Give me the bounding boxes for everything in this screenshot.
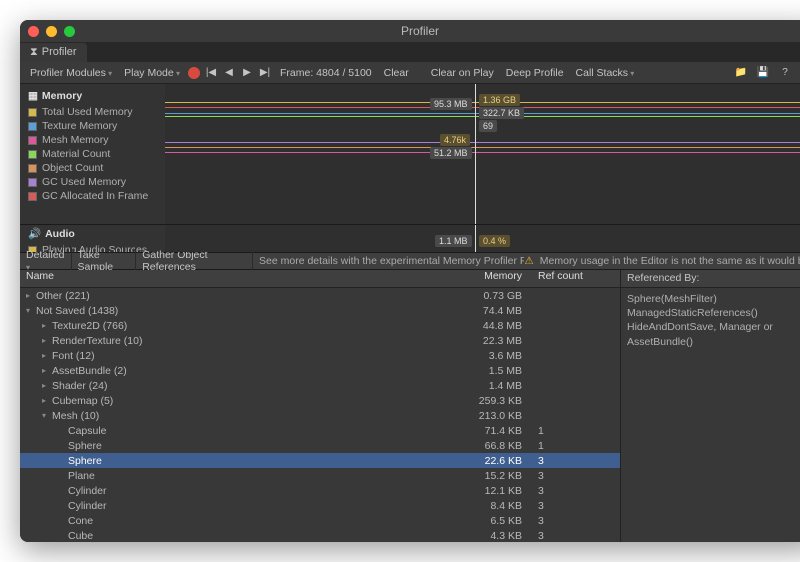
- table-row[interactable]: ▾Mesh (10)213.0 KB: [20, 408, 620, 423]
- mem-badge: 69: [479, 120, 497, 132]
- legend-item[interactable]: Material Count: [28, 148, 157, 160]
- open-icon[interactable]: 📁: [734, 67, 748, 78]
- tab-label: Profiler: [42, 46, 77, 58]
- col-ref-header[interactable]: Ref count: [530, 270, 620, 287]
- memory-tree-pane: Name Memory Ref count ▸Other (221)0.73 G…: [20, 270, 620, 542]
- table-row[interactable]: ▸Cubemap (5)259.3 KB: [20, 393, 620, 408]
- table-row[interactable]: Cylinder12.1 KB3: [20, 483, 620, 498]
- legend-item[interactable]: Total Used Memory: [28, 106, 157, 118]
- memory-icon: ▦: [28, 90, 38, 102]
- frame-back-icon[interactable]: |◀: [204, 67, 218, 78]
- table-row[interactable]: ▸Texture2D (766)44.8 MB: [20, 318, 620, 333]
- call-stacks-dropdown[interactable]: Call Stacks: [572, 66, 639, 80]
- mem-badge: 4.76k: [440, 134, 470, 146]
- table-row[interactable]: ▸Other (221)0.73 GB: [20, 288, 620, 303]
- col-name-header[interactable]: Name: [20, 270, 420, 287]
- audio-badge: 1.1 MB: [435, 235, 472, 247]
- audio-badge: 0.4 %: [479, 235, 510, 247]
- table-row[interactable]: Cone6.5 KB3: [20, 513, 620, 528]
- frame-next-icon[interactable]: ▶: [240, 67, 254, 78]
- help-icon[interactable]: ?: [778, 67, 792, 78]
- profiler-modules-dropdown[interactable]: Profiler Modules: [26, 66, 116, 80]
- clear-on-play-button[interactable]: Clear on Play: [427, 66, 498, 80]
- save-icon[interactable]: 💾: [756, 67, 770, 78]
- table-row[interactable]: ▸AssetBundle (2)1.5 MB: [20, 363, 620, 378]
- warning-icon: ⚠: [524, 255, 533, 267]
- reference-item: ManagedStaticReferences(): [627, 306, 800, 320]
- detail-toolbar: Detailed Take Sample Gather Object Refer…: [20, 252, 800, 270]
- table-row[interactable]: Plane15.2 KB3: [20, 468, 620, 483]
- record-button[interactable]: [188, 67, 200, 79]
- table-row[interactable]: ▸RenderTexture (10)22.3 MB: [20, 333, 620, 348]
- frame-label: Frame: 4804 / 5100: [276, 66, 376, 80]
- frame-prev-icon[interactable]: ◀: [222, 67, 236, 78]
- memory-title: Memory: [42, 90, 82, 102]
- legend-item[interactable]: GC Used Memory: [28, 176, 157, 188]
- mem-badge: 95.3 MB: [430, 98, 472, 110]
- playmode-dropdown[interactable]: Play Mode: [120, 66, 184, 80]
- referenced-by-header: Referenced By:: [621, 270, 800, 288]
- table-row[interactable]: ▸Font (12)3.6 MB: [20, 348, 620, 363]
- memory-tree-body[interactable]: ▸Other (221)0.73 GB▾Not Saved (1438)74.4…: [20, 288, 620, 542]
- tab-menu-icon[interactable]: ⋮: [789, 46, 800, 59]
- audio-icon: 🔊: [28, 227, 41, 240]
- mem-badge: 1.36 GB: [479, 94, 520, 106]
- table-row[interactable]: Capsule71.4 KB1: [20, 423, 620, 438]
- info-message: See more details with the experimental M…: [253, 255, 524, 267]
- warning-message: Memory usage in the Editor is not the sa…: [534, 255, 800, 267]
- clear-button[interactable]: Clear: [380, 66, 413, 80]
- tab-profiler[interactable]: ⧗ Profiler: [20, 43, 87, 62]
- referenced-by-body: Sphere(MeshFilter)ManagedStaticReference…: [621, 288, 800, 353]
- reference-item: Sphere(MeshFilter): [627, 292, 800, 306]
- table-row[interactable]: ▾Not Saved (1438)74.4 MB: [20, 303, 620, 318]
- legend-item[interactable]: Mesh Memory: [28, 134, 157, 146]
- reference-item: HideAndDontSave, Manager or AssetBundle(…: [627, 320, 800, 348]
- profiler-window: Profiler ⧗ Profiler ⋮ Profiler Modules P…: [20, 20, 800, 542]
- titlebar: Profiler: [20, 20, 800, 42]
- mem-badge: 322.7 KB: [479, 107, 524, 119]
- table-row[interactable]: Cube4.3 KB3: [20, 528, 620, 542]
- mem-badge: 51.2 MB: [430, 147, 472, 159]
- table-row[interactable]: Sphere22.6 KB3: [20, 453, 620, 468]
- tabbar: ⧗ Profiler ⋮: [20, 42, 800, 62]
- main-toolbar: Profiler Modules Play Mode |◀ ◀ ▶ ▶| Fra…: [20, 62, 800, 84]
- table-row[interactable]: Cylinder8.4 KB3: [20, 498, 620, 513]
- table-row[interactable]: ▸Shader (24)1.4 MB: [20, 378, 620, 393]
- memory-chart-body[interactable]: 95.3 MB 4.76k 51.2 MB 1.36 GB 322.7 KB 6…: [165, 84, 800, 224]
- window-title: Profiler: [20, 24, 800, 38]
- legend-item[interactable]: Texture Memory: [28, 120, 157, 132]
- stopwatch-icon: ⧗: [30, 46, 38, 59]
- legend-item[interactable]: Object Count: [28, 162, 157, 174]
- referenced-by-pane: Referenced By: Sphere(MeshFilter)Managed…: [620, 270, 800, 542]
- audio-title: Audio: [45, 228, 75, 240]
- col-memory-header[interactable]: Memory: [420, 270, 530, 287]
- memory-legend: ▦ Memory Total Used Memory Texture Memory M…: [20, 84, 165, 224]
- table-row[interactable]: Sphere66.8 KB1: [20, 438, 620, 453]
- frame-current-icon[interactable]: ▶|: [258, 67, 272, 78]
- legend-item[interactable]: GC Allocated In Frame: [28, 190, 157, 202]
- detail-columns: Name Memory Ref count ▸Other (221)0.73 G…: [20, 270, 800, 542]
- deep-profile-button[interactable]: Deep Profile: [502, 66, 568, 80]
- memory-chart[interactable]: ▦ Memory Total Used Memory Texture Memory M…: [20, 84, 800, 224]
